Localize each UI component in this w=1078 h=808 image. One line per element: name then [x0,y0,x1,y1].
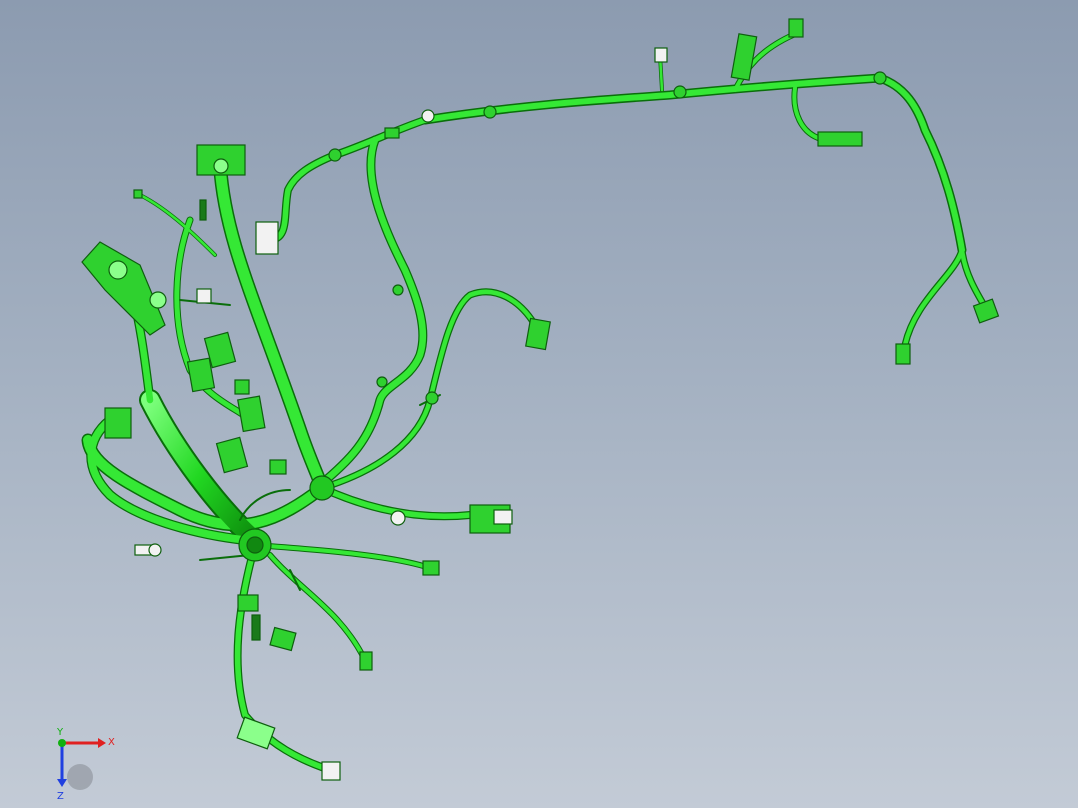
right-mid-connector [525,317,551,351]
white-clip-1 [196,288,212,304]
white-label-1 [255,221,279,255]
trunk-clip-1 [483,105,497,119]
right-end-connector-2 [972,298,1000,324]
trunk-clip-7 [425,391,439,405]
connector-c [237,395,266,433]
triad-origin-shade [67,764,93,790]
connector-e [234,379,250,395]
trunk-clip-4 [328,148,342,162]
trunk-clip-3 [873,71,887,85]
upper-right-connector [817,131,863,147]
left-upper-connector [104,407,132,439]
right-end-connector-1 [895,343,911,365]
wire-harness-model[interactable] [0,0,1078,808]
left-bracket-connector [81,241,166,336]
top-angled-connector [730,33,758,81]
y-axis-label: Y [56,727,64,738]
lower-mid-connector [359,651,373,671]
center-grommet [309,475,335,501]
connector-f [269,459,287,475]
y-axis-arrow [58,739,66,747]
main-trunk-wire [420,73,967,255]
trunk-clip-2 [673,85,687,99]
connector-d [215,436,249,474]
top-box-grommet [213,158,229,174]
bottom-connector [236,716,276,750]
cad-graphics-viewport[interactable]: X Y Z [0,0,1078,808]
lower-right-connector [422,560,440,576]
trunk-clip-6 [376,376,388,388]
coordinate-triad: X Y Z [40,725,130,802]
coordinate-triad-icon: X Y Z [56,727,115,802]
z-axis-label: Z [57,791,64,800]
connector-b [186,357,216,393]
top-connector [788,18,804,38]
white-grommet-top [421,109,435,123]
lower-left-connector [269,626,297,652]
trunk-clip-5 [392,284,404,296]
bottom-white-connector [321,761,341,781]
x-axis-label: X [108,737,115,748]
